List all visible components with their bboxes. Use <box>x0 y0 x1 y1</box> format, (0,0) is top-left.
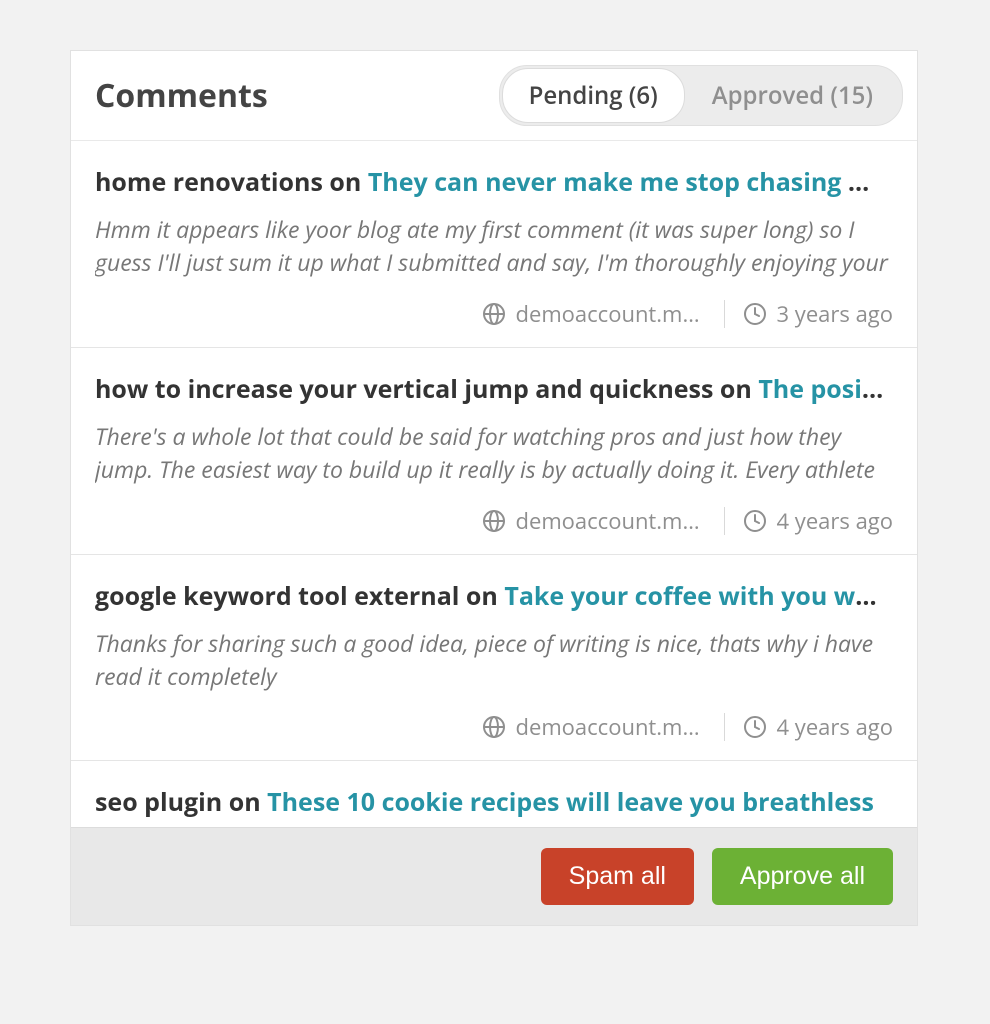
globe-icon <box>482 302 506 326</box>
comments-list[interactable]: home renovations on They can never make … <box>71 141 917 827</box>
comment-body: There's a whole lot that could be said f… <box>95 420 893 488</box>
comment-item[interactable]: google keyword tool external on Take you… <box>71 555 917 761</box>
comment-title: google keyword tool external on Take you… <box>95 579 893 613</box>
meta-time-text: 4 years ago <box>777 506 894 536</box>
meta-divider <box>724 713 725 741</box>
comment-author: seo plugin <box>95 785 222 819</box>
comment-meta: demoaccount.ma... 4 years ago <box>95 712 893 742</box>
comment-post-link[interactable]: Take your coffee with you wherever you g… <box>504 579 893 613</box>
comment-post-link[interactable]: The positive e... <box>758 372 893 406</box>
comment-author: how to increase your vertical jump and q… <box>95 372 713 406</box>
panel-title: Comments <box>95 74 268 117</box>
meta-site-text: demoaccount.ma... <box>516 299 706 329</box>
meta-site: demoaccount.ma... <box>482 712 706 742</box>
clock-icon <box>743 715 767 739</box>
comment-author: google keyword tool external <box>95 579 459 613</box>
comment-title: how to increase your vertical jump and q… <box>95 372 893 406</box>
meta-time: 4 years ago <box>743 506 894 536</box>
meta-time-text: 3 years ago <box>777 299 894 329</box>
globe-icon <box>482 509 506 533</box>
spam-all-button[interactable]: Spam all <box>541 848 694 905</box>
globe-icon <box>482 715 506 739</box>
comment-on-word: on <box>222 785 267 819</box>
comment-title: seo plugin on These 10 cookie recipes wi… <box>95 785 893 819</box>
comment-meta: demoaccount.ma... 4 years ago <box>95 506 893 536</box>
meta-site-text: demoaccount.ma... <box>516 506 706 536</box>
comment-author: home renovations <box>95 165 323 199</box>
comments-panel: Comments Pending (6) Approved (15) home … <box>70 50 918 926</box>
meta-time-text: 4 years ago <box>777 712 894 742</box>
clock-icon <box>743 302 767 326</box>
meta-time: 4 years ago <box>743 712 894 742</box>
comment-title: home renovations on They can never make … <box>95 165 893 199</box>
clock-icon <box>743 509 767 533</box>
comment-item[interactable]: seo plugin on These 10 cookie recipes wi… <box>71 761 917 827</box>
tab-approved[interactable]: Approved (15) <box>685 68 900 123</box>
comment-body: Hmm it appears like yoor blog ate my fir… <box>95 213 893 281</box>
meta-divider <box>724 300 725 328</box>
comment-item[interactable]: how to increase your vertical jump and q… <box>71 348 917 555</box>
meta-time: 3 years ago <box>743 299 894 329</box>
meta-divider <box>724 507 725 535</box>
meta-site: demoaccount.ma... <box>482 299 706 329</box>
comment-item[interactable]: home renovations on They can never make … <box>71 141 917 348</box>
panel-header: Comments Pending (6) Approved (15) <box>71 51 917 141</box>
meta-site-text: demoaccount.ma... <box>516 712 706 742</box>
comment-post-link[interactable]: They can never make me stop chasing my o… <box>368 165 893 199</box>
comment-on-word: on <box>713 372 758 406</box>
approve-all-button[interactable]: Approve all <box>712 848 893 905</box>
panel-footer: Spam all Approve all <box>71 827 917 925</box>
comment-post-link[interactable]: These 10 cookie recipes will leave you b… <box>267 785 874 819</box>
comment-body: Thanks for sharing such a good idea, pie… <box>95 627 893 694</box>
comment-on-word: on <box>459 579 504 613</box>
comment-meta: demoaccount.ma... 3 years ago <box>95 299 893 329</box>
meta-site: demoaccount.ma... <box>482 506 706 536</box>
tabs: Pending (6) Approved (15) <box>499 65 903 126</box>
comment-on-word: on <box>323 165 368 199</box>
tab-pending[interactable]: Pending (6) <box>502 68 685 123</box>
